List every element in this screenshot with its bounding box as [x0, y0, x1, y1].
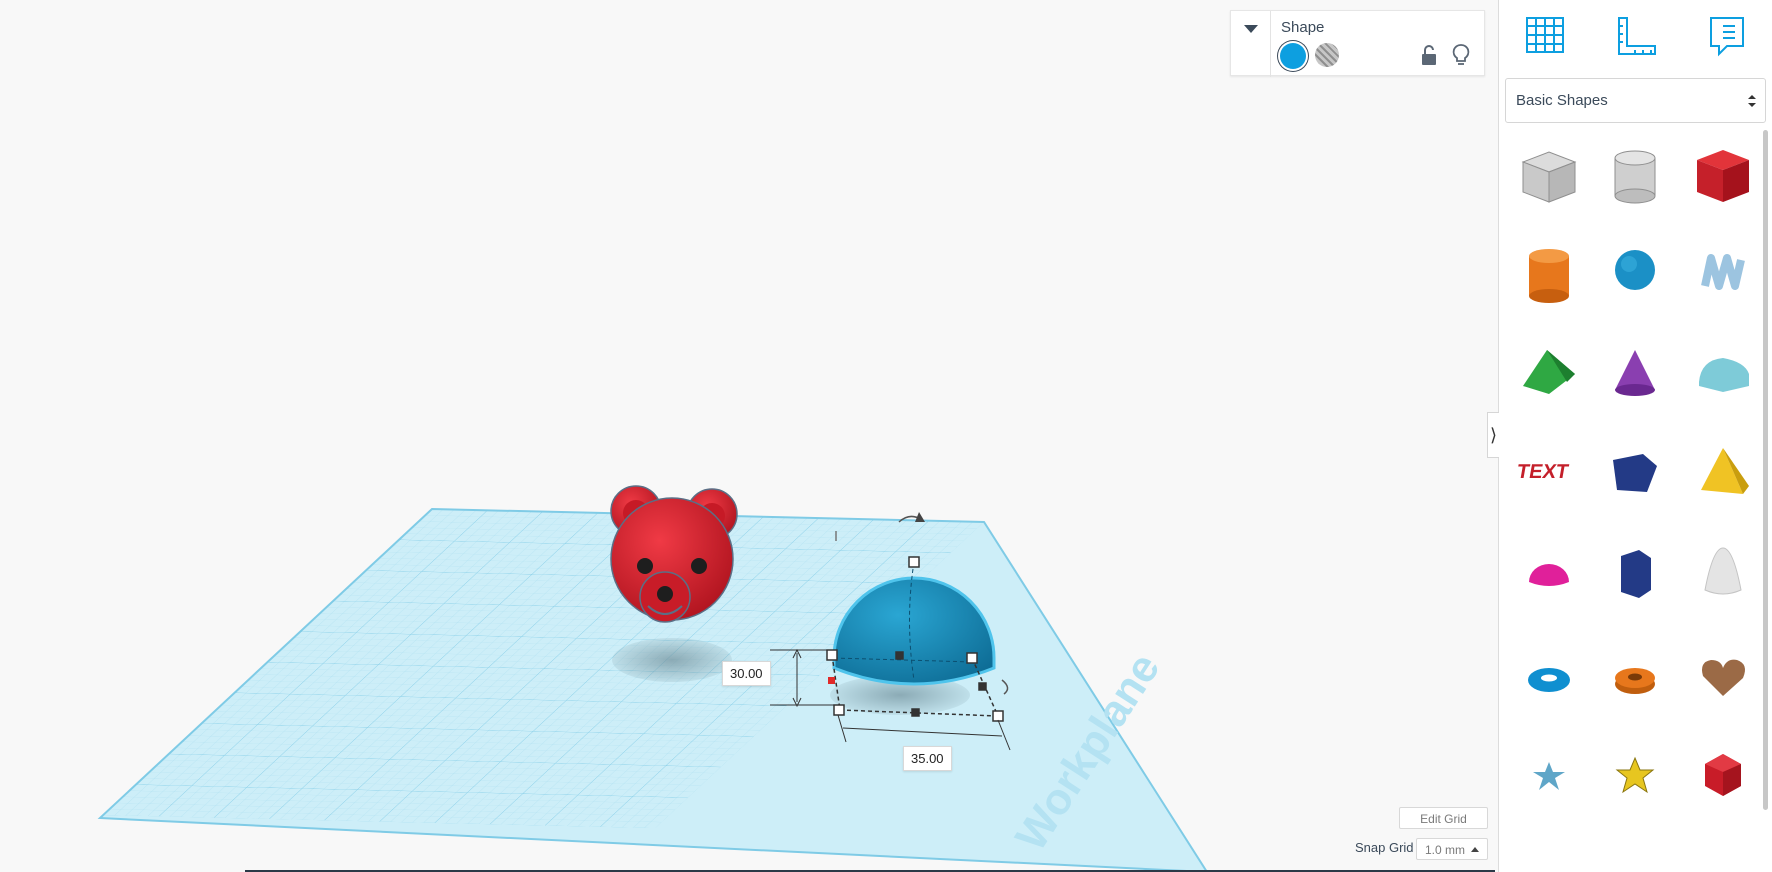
lightbulb-icon[interactable]: [1451, 43, 1471, 67]
icosahedron-icon[interactable]: [1683, 736, 1763, 816]
shapes-sidebar: Basic Shapes TEXT: [1498, 0, 1772, 872]
snap-grid-select[interactable]: 1.0 mm: [1416, 838, 1488, 860]
cone-icon[interactable]: [1595, 336, 1675, 416]
width-dimension[interactable]: 35.00: [903, 746, 952, 771]
corner-handle: [992, 710, 1004, 722]
shape-library-value: Basic Shapes: [1516, 92, 1608, 109]
mid-handle: [895, 651, 904, 660]
snap-grid-label: Snap Grid: [1355, 840, 1414, 855]
shape-library-select[interactable]: Basic Shapes: [1505, 78, 1766, 123]
shape-inspector: Shape: [1230, 10, 1485, 77]
notes-icon[interactable]: [1703, 12, 1751, 60]
solid-color-swatch[interactable]: [1280, 43, 1306, 69]
paraboloid-icon[interactable]: [1683, 536, 1763, 616]
star-3d-icon[interactable]: [1595, 736, 1675, 816]
half-sphere-icon[interactable]: [1509, 536, 1589, 616]
sidebar-scrollbar[interactable]: [1763, 130, 1768, 810]
height-dimension[interactable]: 30.00: [722, 661, 771, 686]
roof-icon[interactable]: [1509, 336, 1589, 416]
cylinder-icon[interactable]: [1509, 236, 1589, 316]
mid-handle: [978, 682, 987, 691]
scribble-icon[interactable]: [1683, 236, 1763, 316]
svg-text:TEXT: TEXT: [1515, 461, 1571, 483]
round-roof-icon[interactable]: [1683, 336, 1763, 416]
text-shape-icon[interactable]: TEXT: [1509, 436, 1589, 516]
box-hole-icon[interactable]: [1509, 136, 1589, 216]
edit-grid-button[interactable]: Edit Grid: [1399, 807, 1488, 829]
corner-handle: [833, 704, 845, 716]
updown-arrows-icon: [1748, 95, 1756, 107]
hole-swatch[interactable]: [1315, 43, 1339, 67]
sphere-icon[interactable]: [1595, 236, 1675, 316]
inspector-title: Shape: [1281, 19, 1325, 36]
lift-handle: [828, 677, 835, 684]
workplane-grid-icon[interactable]: [1521, 12, 1569, 60]
unlock-icon[interactable]: [1419, 44, 1439, 66]
torus-icon[interactable]: [1509, 636, 1589, 716]
mid-handle: [911, 708, 920, 717]
pyramid-icon[interactable]: [1683, 436, 1763, 516]
caret-up-icon: [1471, 847, 1479, 852]
chevron-down-icon: [1243, 25, 1258, 33]
corner-handle: [966, 652, 978, 664]
star-icon[interactable]: [1509, 736, 1589, 816]
sidebar-collapse-toggle[interactable]: ⟩: [1487, 412, 1499, 458]
inspector-collapse-button[interactable]: [1231, 11, 1271, 77]
snap-grid-value: 1.0 mm: [1425, 843, 1466, 857]
polygon-icon[interactable]: [1595, 436, 1675, 516]
box-icon[interactable]: [1683, 136, 1763, 216]
corner-handle: [826, 649, 838, 661]
bear-shadow: [612, 638, 732, 682]
hexagonal-prism-icon[interactable]: [1595, 536, 1675, 616]
cylinder-hole-icon[interactable]: [1595, 136, 1675, 216]
heart-icon[interactable]: [1683, 636, 1763, 716]
top-handle: [908, 556, 920, 568]
tube-icon[interactable]: [1595, 636, 1675, 716]
ruler-icon[interactable]: [1611, 12, 1659, 60]
